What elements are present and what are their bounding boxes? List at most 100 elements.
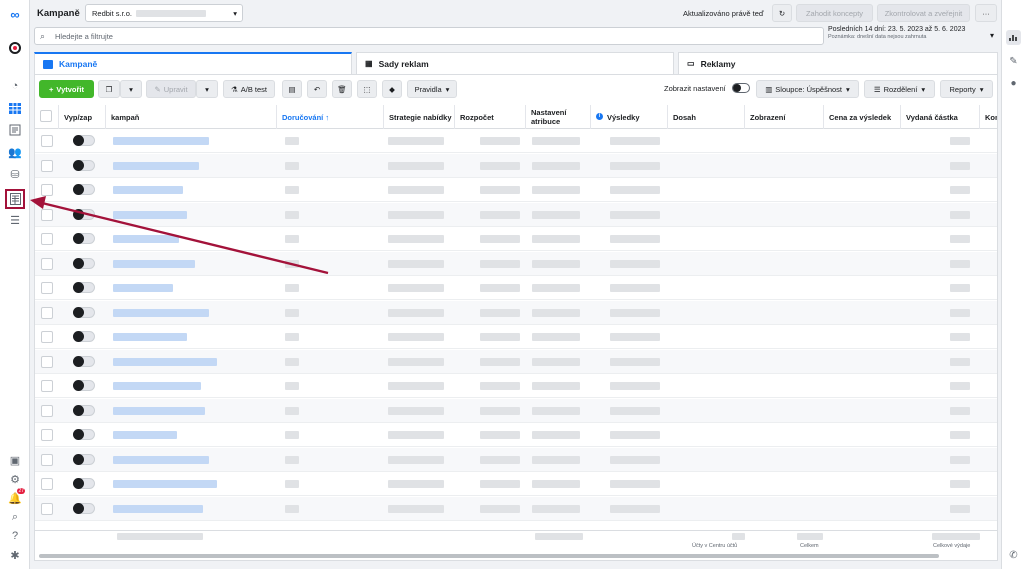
refresh-button[interactable]: ↻ — [772, 4, 792, 22]
row-checkbox[interactable] — [41, 355, 53, 368]
menu-icon[interactable]: ☰ — [7, 212, 23, 228]
review-publish-button[interactable]: Zkontrolovat a zveřejnit — [877, 4, 970, 22]
row-checkbox[interactable] — [41, 306, 53, 319]
undo-button[interactable]: ↶ — [307, 80, 327, 98]
delete-button[interactable]: 🗑 — [332, 80, 352, 98]
row-checkbox[interactable] — [41, 404, 53, 417]
col-impressions[interactable]: Zobrazení — [745, 105, 824, 129]
table-row[interactable] — [35, 300, 997, 325]
table-row[interactable] — [35, 325, 997, 349]
row-toggle[interactable] — [73, 429, 95, 440]
table-row[interactable] — [35, 496, 997, 521]
duplicate-button[interactable]: ❐ — [98, 80, 120, 98]
table-row[interactable] — [35, 423, 997, 447]
row-toggle[interactable] — [73, 404, 95, 416]
col-onoff[interactable]: Vyp/zap — [59, 105, 106, 129]
help-icon[interactable]: ? — [7, 528, 23, 544]
col-reach[interactable]: Dosah — [668, 105, 745, 129]
table-row[interactable] — [35, 153, 997, 178]
row-checkbox[interactable] — [41, 478, 53, 490]
horizontal-scrollbar[interactable] — [39, 554, 939, 558]
row-toggle[interactable] — [73, 331, 95, 342]
row-toggle[interactable] — [73, 380, 95, 391]
row-checkbox[interactable] — [41, 233, 53, 245]
table-row[interactable] — [35, 227, 997, 251]
row-toggle[interactable] — [73, 257, 95, 269]
campaigns-table-icon[interactable] — [7, 100, 23, 116]
account-icon[interactable] — [7, 40, 23, 56]
select-all-checkbox[interactable] — [40, 110, 52, 122]
account-selector[interactable]: Redbit s.r.o. ▾ — [85, 4, 243, 22]
row-checkbox[interactable] — [41, 282, 53, 294]
row-checkbox[interactable] — [41, 502, 53, 515]
create-button[interactable]: + Vytvořit — [39, 80, 94, 98]
row-toggle[interactable] — [73, 478, 95, 489]
ab-test-button[interactable]: ⚗ A/B test — [223, 80, 275, 98]
tab-ad-sets[interactable]: ▦ Sady reklam — [356, 52, 674, 74]
chart-icon[interactable] — [1006, 30, 1021, 45]
row-toggle[interactable] — [73, 282, 95, 293]
table-row[interactable] — [35, 202, 997, 227]
col-cost-per-result[interactable]: Cena za výsledek — [824, 105, 901, 129]
col-bid-strategy[interactable]: Strategie nabídky — [384, 105, 455, 129]
col-attribution[interactable]: Nastavení atribuce — [526, 105, 591, 129]
row-toggle[interactable] — [73, 135, 95, 146]
notifications-icon[interactable]: 🔔 27 — [7, 488, 25, 506]
table-row[interactable] — [35, 398, 997, 423]
clipboard-button[interactable]: ▤ — [282, 80, 302, 98]
more-button[interactable]: ··· — [975, 4, 997, 22]
col-budget[interactable]: Rozpočet — [455, 105, 526, 129]
overview-icon[interactable]: ◔ — [7, 78, 23, 94]
row-toggle[interactable] — [73, 159, 95, 171]
row-checkbox[interactable] — [41, 159, 53, 172]
bug-report-icon[interactable]: ✱ — [7, 547, 23, 563]
row-toggle[interactable] — [73, 502, 95, 514]
table-row[interactable] — [35, 349, 997, 374]
col-delivery[interactable]: Doručování ↑ — [277, 105, 384, 129]
row-toggle[interactable] — [73, 233, 95, 244]
phone-icon[interactable]: ✆ — [1006, 548, 1021, 563]
col-amount-spent[interactable]: Vydaná částka — [901, 105, 980, 129]
preview-button[interactable]: ⬚ — [357, 80, 377, 98]
row-checkbox[interactable] — [41, 429, 53, 441]
row-checkbox[interactable] — [41, 208, 53, 221]
col-campaign[interactable]: kampaň — [106, 105, 277, 129]
col-results[interactable]: i Výsledky — [591, 105, 668, 129]
row-toggle[interactable] — [73, 208, 95, 220]
tab-ads[interactable]: ▭ Reklamy — [678, 52, 998, 74]
row-checkbox[interactable] — [41, 135, 53, 147]
row-checkbox[interactable] — [41, 380, 53, 392]
ads-account-icon[interactable]: ▣ — [7, 452, 23, 468]
row-checkbox[interactable] — [41, 453, 53, 466]
edit-button[interactable]: ✎ Upravit — [146, 80, 196, 98]
reports-button[interactable]: Reporty ▾ — [940, 80, 993, 98]
meta-logo-icon[interactable]: ∞ — [7, 6, 23, 22]
tab-campaigns[interactable]: Kampaně — [34, 52, 352, 74]
pencil-icon[interactable]: ✎ — [1006, 54, 1021, 69]
row-checkbox[interactable] — [41, 331, 53, 343]
settings-icon[interactable]: ⚙ — [7, 471, 23, 487]
row-toggle[interactable] — [73, 184, 95, 195]
audiences-icon[interactable]: 👥 — [7, 144, 23, 160]
row-toggle[interactable] — [73, 453, 95, 465]
date-range-picker[interactable]: Posledních 14 dní: 23. 5. 2023 až 5. 6. … — [828, 26, 998, 46]
columns-button[interactable]: ▥ Sloupce: Úspěšnost ▾ — [756, 80, 859, 98]
reports-icon[interactable] — [5, 189, 25, 209]
row-toggle[interactable] — [73, 306, 95, 318]
table-row[interactable] — [35, 472, 997, 496]
edit-dropdown[interactable]: ▾ — [196, 80, 218, 98]
info-icon[interactable]: ● — [1006, 76, 1021, 91]
table-row[interactable] — [35, 251, 997, 276]
row-checkbox[interactable] — [41, 257, 53, 270]
table-row[interactable] — [35, 276, 997, 300]
duplicate-dropdown[interactable]: ▾ — [120, 80, 142, 98]
billing-icon[interactable]: ⛁ — [7, 166, 23, 182]
show-settings-toggle[interactable] — [732, 83, 750, 93]
table-row[interactable] — [35, 447, 997, 472]
breakdown-button[interactable]: ☰ Rozdělení ▾ — [864, 80, 935, 98]
col-ends[interactable]: Kon — [980, 105, 997, 129]
search-field[interactable]: ⌕ Hledejte a filtrujte — [34, 27, 824, 45]
rules-button[interactable]: Pravidla ▾ — [407, 80, 457, 98]
row-toggle[interactable] — [73, 355, 95, 367]
table-row[interactable] — [35, 178, 997, 202]
